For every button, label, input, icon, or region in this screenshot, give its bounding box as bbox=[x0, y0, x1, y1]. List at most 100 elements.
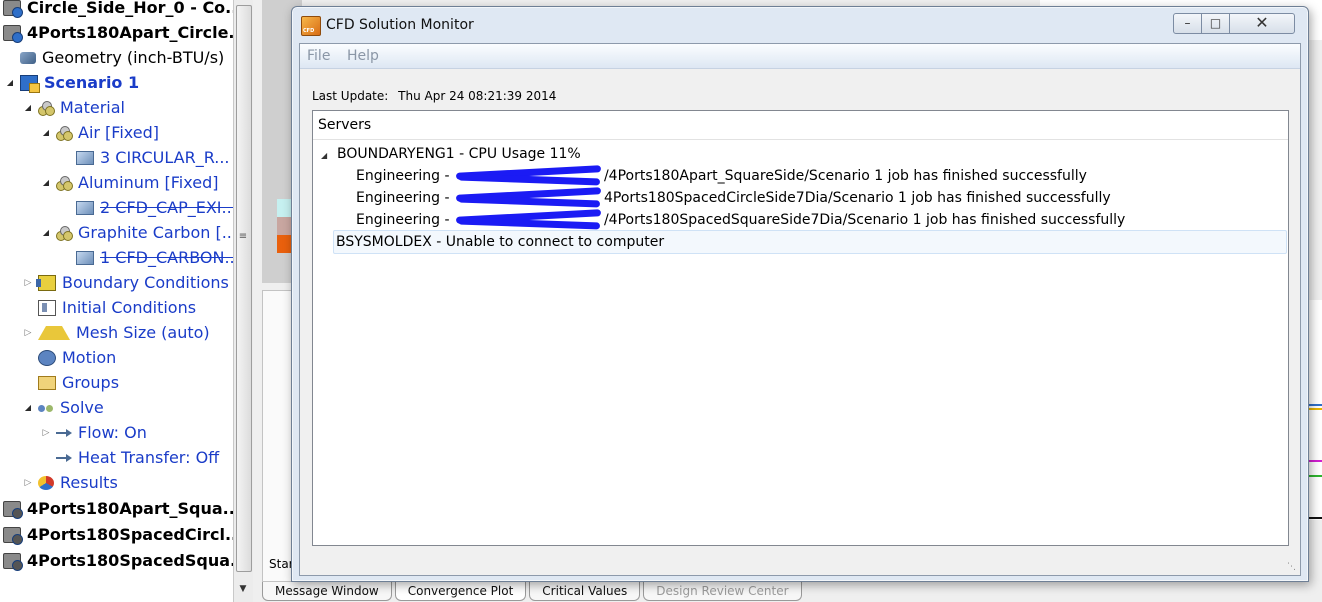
flow-icon bbox=[56, 453, 72, 462]
groups-icon bbox=[38, 375, 56, 390]
job-row[interactable]: Engineering - /4Ports180Apart_SquareSide… bbox=[313, 165, 1288, 187]
server-row-selected[interactable]: BSYSMOLDEX - Unable to connect to comput… bbox=[333, 230, 1287, 254]
tree-item-heat-transfer[interactable]: Heat Transfer: Off bbox=[56, 445, 219, 470]
expand-toggle-icon[interactable] bbox=[22, 327, 34, 339]
part-icon bbox=[76, 200, 94, 215]
tree-item-graphite[interactable]: Graphite Carbon [... bbox=[40, 220, 233, 245]
tree-item-motion[interactable]: Motion bbox=[38, 345, 116, 370]
minimize-button[interactable]: – bbox=[1173, 13, 1202, 34]
tree-item-scenario[interactable]: Scenario 1 bbox=[4, 70, 139, 95]
tree-item-mesh-size[interactable]: Mesh Size (auto) bbox=[22, 320, 210, 345]
scenario-icon bbox=[20, 74, 40, 93]
initial-conditions-icon bbox=[38, 299, 56, 316]
bottom-tab-strip: Message Window Convergence Plot Critical… bbox=[262, 582, 805, 602]
geometry-icon bbox=[20, 51, 36, 64]
tree-item-design-1[interactable]: Circle_Side_Hor_0 - Co... bbox=[3, 0, 233, 20]
motion-icon bbox=[38, 349, 56, 366]
last-update-value: Thu Apr 24 08:21:39 2014 bbox=[398, 89, 557, 103]
expand-toggle-icon[interactable] bbox=[4, 77, 16, 89]
tab-design-review-center[interactable]: Design Review Center bbox=[643, 582, 802, 601]
part-icon bbox=[76, 150, 94, 165]
window-client-area: File Help Last Update: Thu Apr 24 08:21:… bbox=[299, 43, 1301, 576]
tree-item-design-4[interactable]: 4Ports180SpacedCircl... bbox=[3, 522, 233, 547]
tree-item-solve[interactable]: Solve bbox=[22, 395, 104, 420]
material-icon bbox=[56, 125, 73, 141]
design-study-icon bbox=[3, 552, 23, 571]
expand-toggle-icon[interactable] bbox=[22, 402, 34, 414]
tree-item-initial-conditions[interactable]: Initial Conditions bbox=[38, 295, 196, 320]
scrollbar-grip-icon: ≡ bbox=[238, 231, 248, 242]
tree-item-design-3[interactable]: 4Ports180Apart_Squa... bbox=[3, 496, 233, 521]
results-icon bbox=[38, 475, 54, 490]
boundary-conditions-icon bbox=[36, 274, 56, 291]
job-prefix: Engineering - bbox=[356, 168, 450, 184]
server-row[interactable]: ◢ BOUNDARYENG1 - CPU Usage 11% bbox=[313, 143, 1288, 165]
menu-bar: File Help bbox=[300, 44, 1300, 69]
tab-message-window[interactable]: Message Window bbox=[262, 582, 392, 601]
flow-icon bbox=[56, 428, 72, 437]
job-status-text: 4Ports180SpacedCircleSide7Dia/Scenario 1… bbox=[603, 190, 1111, 206]
solve-icon bbox=[38, 403, 54, 413]
tree-scrollbar[interactable]: ≡ ▼ bbox=[233, 0, 253, 602]
last-update: Last Update: Thu Apr 24 08:21:39 2014 bbox=[312, 89, 556, 103]
tab-convergence-plot[interactable]: Convergence Plot bbox=[394, 582, 527, 601]
part-icon bbox=[76, 250, 94, 265]
design-study-icon bbox=[3, 526, 23, 545]
tree-item-geometry[interactable]: Geometry (inch-BTU/s) bbox=[20, 45, 224, 70]
close-button[interactable]: ✕ bbox=[1229, 13, 1295, 34]
design-study-icon bbox=[3, 24, 23, 43]
tree-item-flow[interactable]: Flow: On bbox=[40, 420, 147, 445]
material-icon bbox=[56, 225, 73, 241]
server-name: BOUNDARYENG1 - CPU Usage 11% bbox=[337, 146, 581, 162]
design-study-icon bbox=[3, 0, 23, 18]
tree-item-design-2[interactable]: 4Ports180Apart_Circle... bbox=[3, 20, 233, 45]
menu-help[interactable]: Help bbox=[347, 48, 379, 64]
expand-toggle-icon[interactable] bbox=[22, 277, 34, 289]
server-name: BSYSMOLDEX - Unable to connect to comput… bbox=[336, 234, 665, 250]
expand-toggle-icon[interactable] bbox=[22, 102, 34, 114]
job-status-text: /4Ports180SpacedSquareSide7Dia/Scenario … bbox=[603, 212, 1126, 228]
window-title: CFD Solution Monitor bbox=[326, 17, 474, 33]
redaction-mark bbox=[454, 213, 604, 227]
design-study-icon bbox=[3, 500, 23, 519]
collapse-arrow-icon[interactable]: ◢ bbox=[321, 145, 333, 167]
job-row[interactable]: Engineering - 4Ports180SpacedCircleSide7… bbox=[313, 187, 1288, 209]
tree-item-results[interactable]: Results bbox=[22, 470, 118, 495]
tree-item-groups[interactable]: Groups bbox=[38, 370, 119, 395]
tree-item-boundary-conditions[interactable]: Boundary Conditions bbox=[22, 270, 229, 295]
servers-tree-list[interactable]: Servers ◢ BOUNDARYENG1 - CPU Usage 11% En… bbox=[312, 110, 1289, 546]
expand-toggle-icon[interactable] bbox=[40, 427, 52, 439]
design-study-tree[interactable]: Circle_Side_Hor_0 - Co... 4Ports180Apart… bbox=[0, 0, 233, 602]
menu-file[interactable]: File bbox=[307, 48, 330, 64]
expand-toggle-icon[interactable] bbox=[22, 477, 34, 489]
redaction-mark bbox=[454, 191, 604, 205]
maximize-button[interactable]: □ bbox=[1201, 13, 1230, 34]
tab-critical-values[interactable]: Critical Values bbox=[529, 582, 641, 601]
status-text: Star bbox=[269, 557, 294, 571]
tree-item-material[interactable]: Material bbox=[22, 95, 125, 120]
scrollbar-thumb[interactable] bbox=[236, 5, 252, 572]
job-status-text: /4Ports180Apart_SquareSide/Scenario 1 jo… bbox=[603, 168, 1087, 184]
cfd-app-icon bbox=[301, 16, 321, 36]
servers-column-header[interactable]: Servers bbox=[313, 111, 1288, 140]
window-titlebar[interactable]: CFD Solution Monitor – □ ✕ bbox=[292, 7, 1308, 43]
tree-item-air[interactable]: Air [Fixed] bbox=[40, 120, 159, 145]
tree-item-part-1[interactable]: 1 CFD_CARBON... bbox=[74, 245, 233, 270]
tree-item-aluminum[interactable]: Aluminum [Fixed] bbox=[40, 170, 218, 195]
resize-grip-icon[interactable]: ⋱ bbox=[1287, 562, 1297, 572]
tree-item-design-5[interactable]: 4Ports180SpacedSqua... bbox=[3, 548, 233, 573]
mesh-icon bbox=[38, 325, 70, 340]
expand-toggle-icon[interactable] bbox=[40, 177, 52, 189]
job-prefix: Engineering - bbox=[356, 190, 450, 206]
job-row[interactable]: Engineering - /4Ports180SpacedSquareSide… bbox=[313, 209, 1288, 231]
material-icon bbox=[38, 100, 55, 116]
job-prefix: Engineering - bbox=[356, 212, 450, 228]
expand-toggle-icon[interactable] bbox=[40, 127, 52, 139]
scroll-down-arrow-icon[interactable]: ▼ bbox=[237, 584, 249, 594]
cfd-solution-monitor-window[interactable]: CFD Solution Monitor – □ ✕ File Help Las… bbox=[291, 6, 1309, 582]
tree-item-part-2[interactable]: 2 CFD_CAP_EXI... bbox=[74, 195, 233, 220]
material-icon bbox=[56, 175, 73, 191]
tree-item-part-3[interactable]: 3 CIRCULAR_R... bbox=[74, 145, 230, 170]
expand-toggle-icon[interactable] bbox=[40, 227, 52, 239]
last-update-label: Last Update: bbox=[312, 89, 389, 103]
